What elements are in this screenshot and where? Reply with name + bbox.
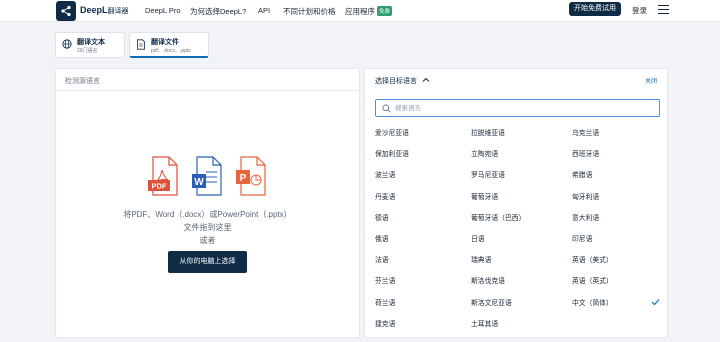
free-badge: 免费: [377, 6, 393, 16]
nav-api[interactable]: API: [258, 6, 270, 15]
language-option[interactable]: 保加利亚语: [375, 148, 409, 169]
language-option[interactable]: 英语（美式）: [572, 254, 613, 275]
language-option[interactable]: 斯洛文尼亚语: [471, 297, 525, 318]
word-file-icon: W: [192, 156, 222, 196]
language-option[interactable]: 波兰语: [375, 169, 409, 190]
checkmark-icon: [651, 299, 660, 306]
tab-subtitle: 29门语言: [77, 48, 98, 54]
brand-name[interactable]: DeepL翻译器: [80, 5, 129, 16]
tab-translate-text[interactable]: 翻译文本 29门语言: [55, 32, 125, 58]
brand-subtitle: 翻译器: [107, 8, 129, 15]
hamburger-menu-icon[interactable]: [658, 5, 669, 14]
language-option[interactable]: 匈牙利语: [572, 191, 613, 212]
powerpoint-label: P: [240, 173, 247, 184]
language-option[interactable]: 捷克语: [375, 318, 409, 339]
language-option[interactable]: 俄语: [375, 233, 409, 254]
nav-why-deepl[interactable]: 为何选择DeepL?: [190, 6, 246, 17]
language-option[interactable]: 荷兰语: [375, 297, 409, 318]
file-type-icons: PDF W P: [148, 156, 273, 196]
tab-translate-files[interactable]: 翻译文件 pdf、.docx、.pptx: [129, 32, 209, 58]
language-option[interactable]: 印尼语: [572, 233, 613, 254]
language-option[interactable]: 英语（英式）: [572, 275, 613, 296]
language-column-2: 拉脱维亚语 立陶宛语 罗马尼亚语 葡萄牙语 葡萄牙语（巴西） 日语 瑞典语 斯洛…: [471, 127, 525, 339]
deepl-logo-icon[interactable]: [56, 1, 76, 21]
language-option[interactable]: 意大利语: [572, 212, 613, 233]
language-column-3: 乌克兰语 西班牙语 希腊语 匈牙利语 意大利语 印尼语 英语（美式） 英语（英式…: [572, 127, 613, 318]
or-label: 或者: [199, 236, 216, 245]
language-option[interactable]: 丹麦语: [375, 191, 409, 212]
language-option[interactable]: 立陶宛语: [471, 148, 525, 169]
language-option[interactable]: 拉脱维亚语: [471, 127, 525, 148]
pdf-file-icon: PDF: [148, 156, 178, 196]
language-search-input[interactable]: [395, 102, 650, 114]
source-language-selector[interactable]: 检测源语言: [56, 69, 359, 91]
nav-apps[interactable]: 应用程序 免费: [345, 6, 393, 17]
word-label: W: [194, 177, 204, 188]
language-option[interactable]: 罗马尼亚语: [471, 169, 525, 190]
language-option[interactable]: 葡萄牙语（巴西）: [471, 212, 525, 233]
chevron-up-icon[interactable]: [422, 76, 430, 84]
language-column-1: 爱沙尼亚语 保加利亚语 波兰语 丹麦语 德语 俄语 法语 芬兰语 荷兰语 捷克语: [375, 127, 409, 339]
language-option[interactable]: 乌克兰语: [572, 127, 613, 148]
language-option[interactable]: 葡萄牙语: [471, 191, 525, 212]
search-icon: [382, 104, 391, 113]
document-icon: [137, 39, 145, 50]
target-language-panel: 选择目标语言 关闭 爱沙尼亚语 保加利亚语 波兰语 丹麦语 德语 俄语 法语 芬…: [364, 68, 668, 338]
language-option[interactable]: 德语: [375, 212, 409, 233]
choose-from-computer-button[interactable]: 从你的电脑上选择: [168, 251, 247, 273]
tab-subtitle: pdf、.docx、.pptx: [151, 48, 191, 54]
drop-instructions-2: 文件拖到这里: [183, 223, 232, 232]
select-target-language-toggle[interactable]: 选择目标语言: [375, 76, 417, 86]
language-option[interactable]: 瑞典语: [471, 254, 525, 275]
language-option-selected[interactable]: 中文（简体）: [572, 297, 613, 318]
nav-deepl-pro[interactable]: DeepL Pro: [145, 6, 181, 15]
tab-title: 翻译文本: [77, 39, 105, 46]
detect-language-label: 检测源语言: [65, 78, 100, 85]
language-option[interactable]: 日语: [471, 233, 525, 254]
nav-plans-pricing[interactable]: 不同计划和价格: [283, 6, 336, 17]
pdf-label: PDF: [152, 182, 167, 191]
close-button[interactable]: 关闭: [645, 76, 657, 85]
login-link[interactable]: 登录: [632, 5, 647, 16]
language-option[interactable]: 芬兰语: [375, 275, 409, 296]
start-free-trial-button[interactable]: 开始免费试用: [569, 2, 621, 16]
drop-instructions: 将PDF、Word（.docx）或PowerPoint（.pptx）: [123, 210, 292, 219]
target-language-header: 选择目标语言 关闭: [365, 69, 667, 91]
language-option[interactable]: 爱沙尼亚语: [375, 127, 409, 148]
language-option[interactable]: 西班牙语: [572, 148, 613, 169]
source-panel: 检测源语言 PDF W P 将PDF、Word（.docx）或PowerPoin…: [55, 68, 360, 338]
powerpoint-file-icon: P: [236, 156, 266, 196]
tab-title: 翻译文件: [151, 39, 179, 46]
language-search-field[interactable]: [375, 99, 660, 117]
language-option[interactable]: 法语: [375, 254, 409, 275]
language-option[interactable]: 希腊语: [572, 169, 613, 190]
globe-icon: [62, 39, 72, 49]
top-navigation-bar: DeepL翻译器 DeepL Pro 为何选择DeepL? API 不同计划和价…: [0, 0, 720, 22]
language-option[interactable]: 土耳其语: [471, 318, 525, 339]
language-option[interactable]: 斯洛伐克语: [471, 275, 525, 296]
